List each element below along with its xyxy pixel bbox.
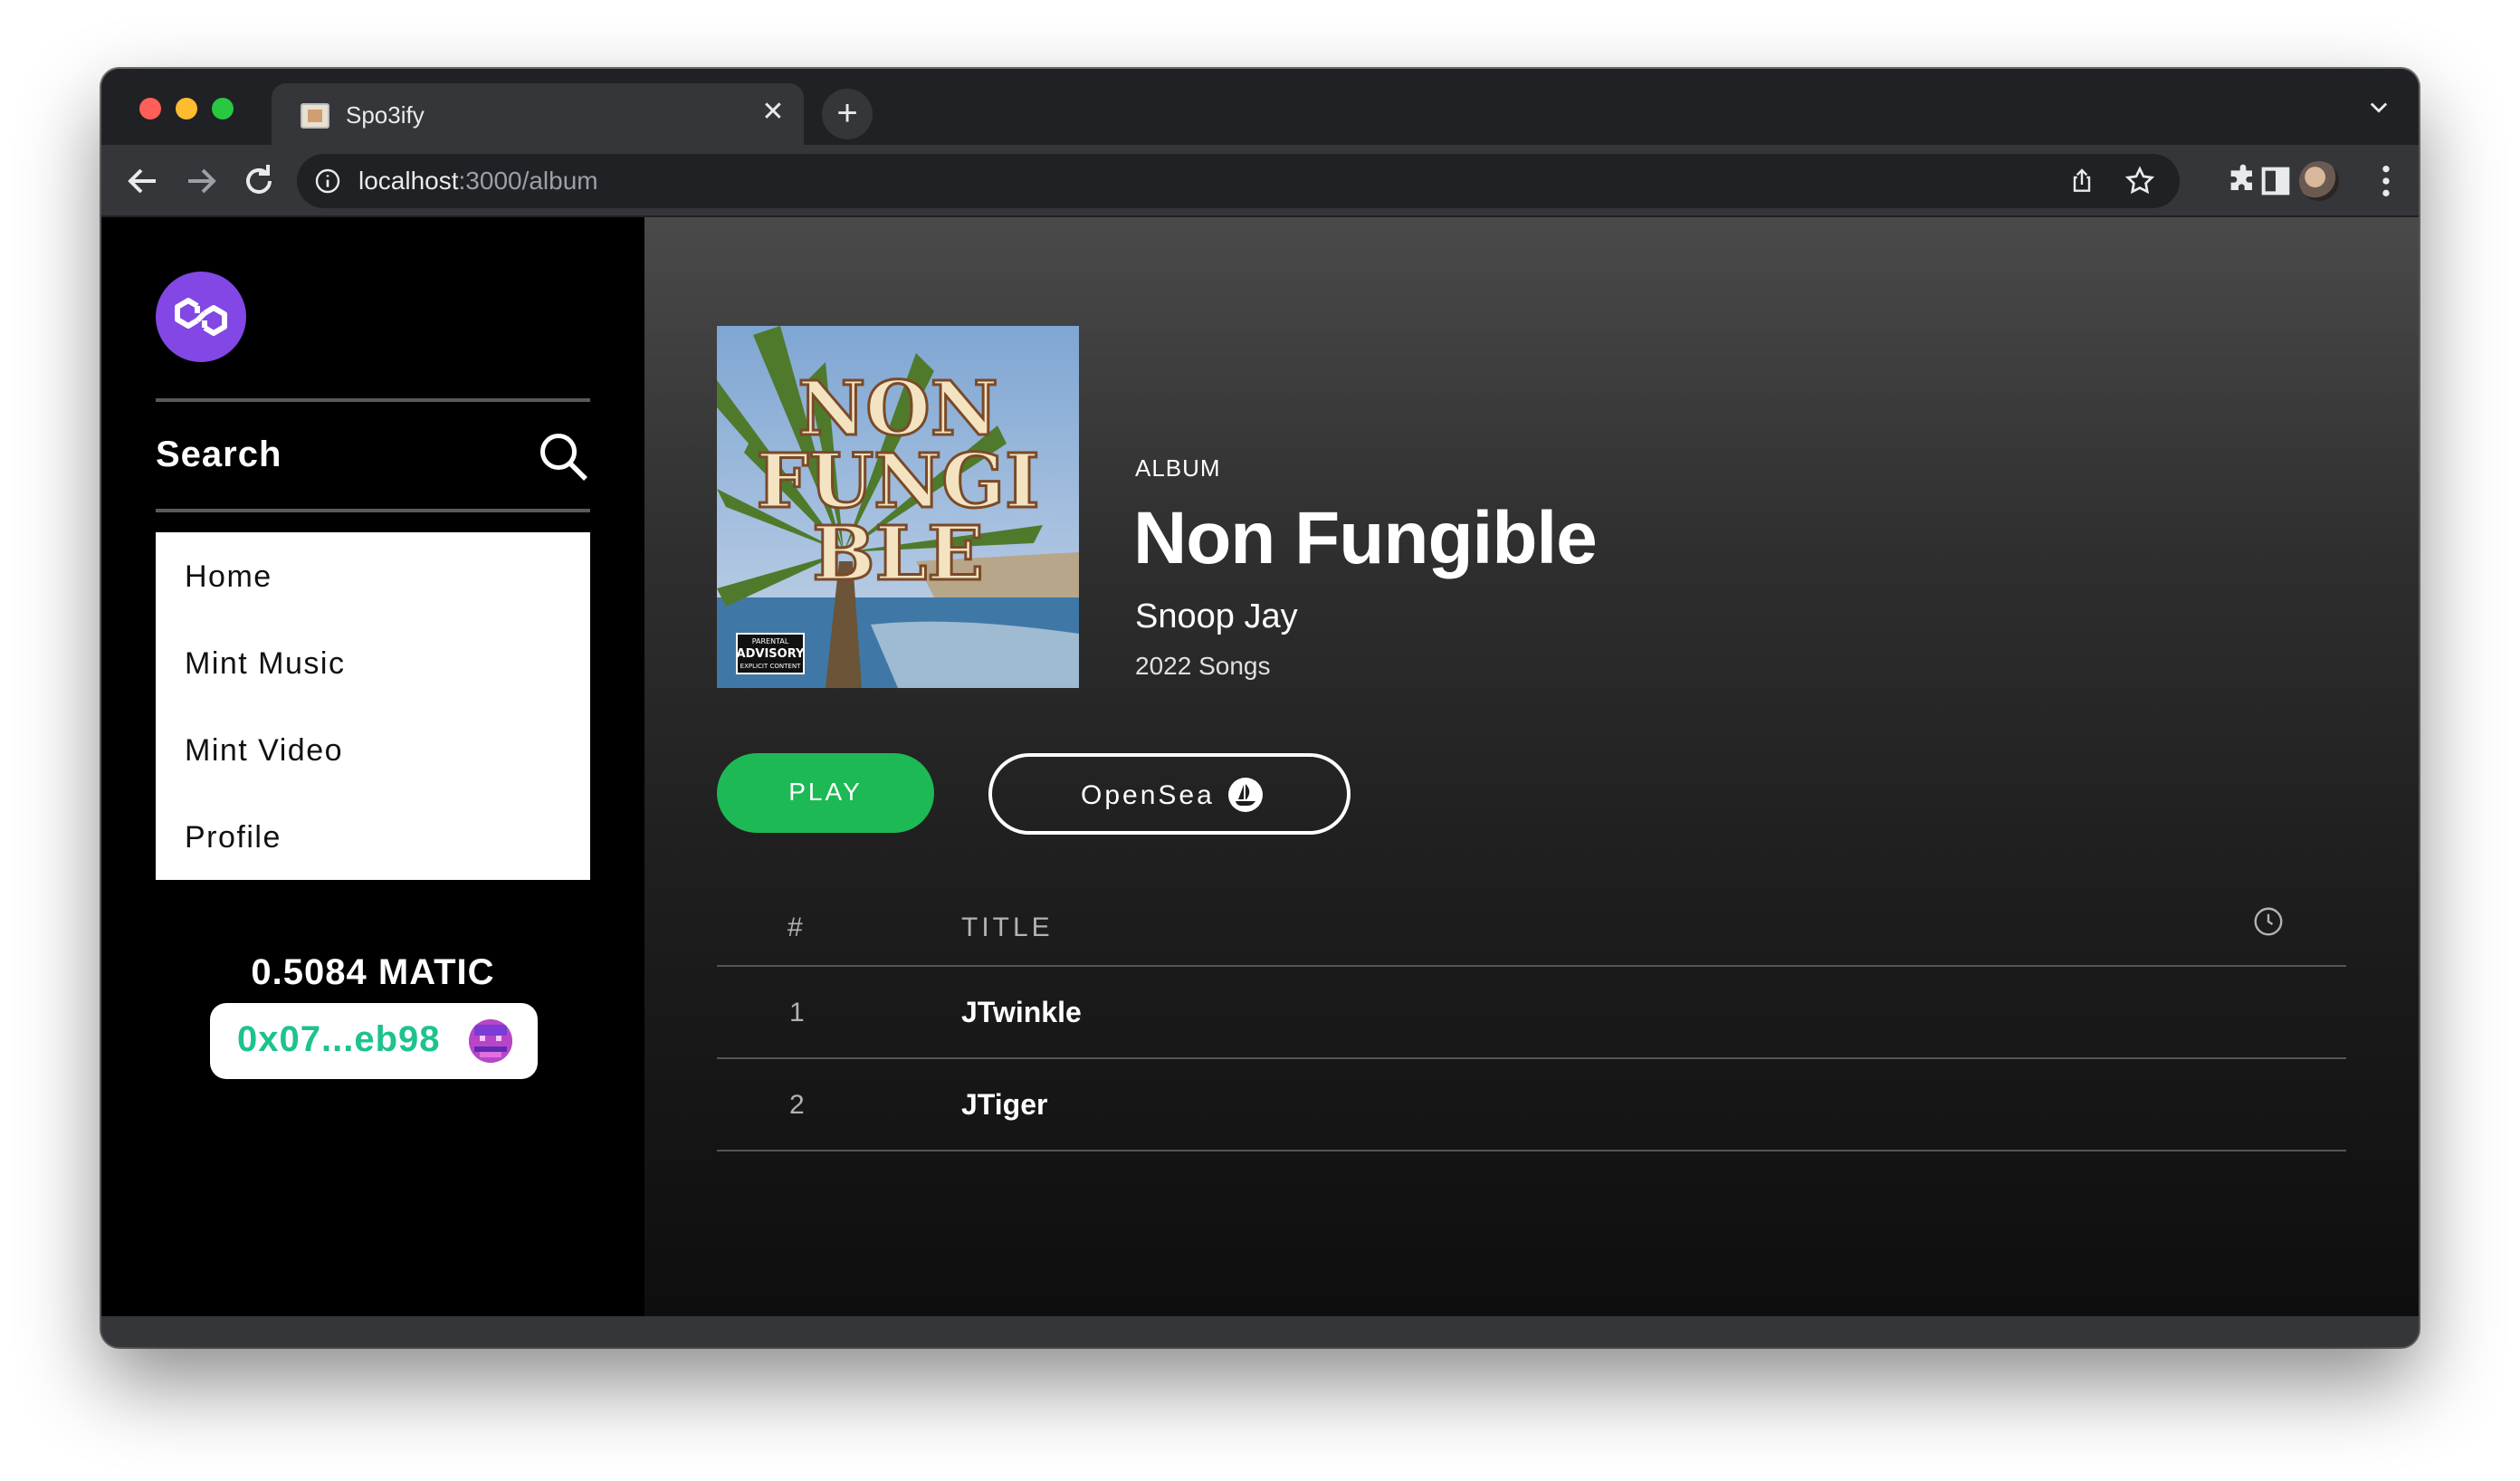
track-number: 2 — [789, 1090, 805, 1120]
share-icon[interactable] — [2067, 167, 2096, 196]
advisory-line-3: EXPLICIT CONTENT — [740, 663, 801, 670]
site-info-icon[interactable] — [313, 167, 342, 196]
url-text[interactable]: localhost:3000/album — [358, 167, 598, 196]
advisory-line-2: ADVISORY — [737, 647, 805, 661]
more-menu-icon[interactable] — [2381, 163, 2391, 199]
tab-search-chevron-icon[interactable] — [2366, 94, 2391, 126]
album-artist[interactable]: Snoop Jay — [1135, 597, 1298, 636]
polygon-logo-icon[interactable] — [156, 272, 246, 362]
tab-strip: Spo3ify ✕ + — [101, 69, 2419, 145]
album-view: NON FUNGI BLE PARENTAL ADVISORY EXPLICIT… — [644, 217, 2419, 1316]
table-row[interactable]: 2 JTiger — [717, 1059, 2346, 1151]
browser-toolbar: localhost:3000/album — [101, 145, 2419, 217]
album-title: Non Fungible — [1133, 497, 1598, 579]
wallet-address: 0x07...eb98 — [237, 1019, 441, 1059]
nav-item-home[interactable]: Home — [185, 559, 272, 595]
search-label: Search — [156, 435, 282, 474]
wallet-avatar-icon — [469, 1019, 512, 1063]
play-button[interactable]: PLAY — [717, 753, 934, 833]
table-row[interactable]: 1 JTwinkle — [717, 967, 2346, 1059]
profile-avatar[interactable] — [2299, 161, 2339, 201]
track-number: 1 — [789, 998, 805, 1027]
nav-item-mint-video[interactable]: Mint Video — [185, 733, 343, 769]
side-panel-icon[interactable] — [2258, 163, 2294, 199]
track-table-header: # TITLE — [717, 873, 2346, 967]
url-host: localhost — [358, 167, 459, 195]
wallet-button[interactable]: 0x07...eb98 — [210, 1003, 538, 1079]
parental-advisory-badge: PARENTAL ADVISORY EXPLICIT CONTENT — [736, 633, 805, 674]
album-subtitle: 2022 Songs — [1135, 652, 1271, 680]
wallet-balance: 0.5084 MATIC — [251, 952, 495, 992]
reload-icon[interactable] — [237, 159, 281, 203]
favicon-icon — [301, 103, 329, 129]
close-window-button[interactable] — [139, 98, 161, 119]
nav-item-mint-music[interactable]: Mint Music — [185, 646, 345, 682]
nav-item-profile[interactable]: Profile — [185, 820, 282, 855]
browser-window: Spo3ify ✕ + localhost:3000/album Search … — [101, 69, 2419, 1347]
address-bar[interactable]: localhost:3000/album — [297, 154, 2180, 208]
close-tab-icon[interactable]: ✕ — [757, 96, 789, 129]
forward-arrow-icon[interactable] — [179, 159, 223, 203]
bookmark-star-icon[interactable] — [2124, 165, 2156, 197]
search-icon[interactable] — [536, 429, 590, 483]
back-arrow-icon[interactable] — [121, 159, 165, 203]
clock-icon — [2254, 907, 2283, 936]
tab-title: Spo3ify — [346, 101, 425, 129]
track-title[interactable]: JTiger — [961, 1088, 1047, 1122]
window-bottom-bar — [101, 1316, 2419, 1347]
app-root: Search Home Mint Music Mint Video Profil… — [101, 217, 2419, 1316]
header-number: # — [788, 912, 805, 942]
advisory-line-1: PARENTAL — [752, 637, 789, 645]
album-type-label: ALBUM — [1135, 454, 1221, 482]
track-table: # TITLE 1 JTwinkle 2 JTiger — [717, 873, 2346, 1151]
search-bar[interactable]: Search — [156, 398, 590, 512]
opensea-logo-icon — [1228, 778, 1263, 812]
header-title: TITLE — [961, 912, 1054, 942]
nav-menu: Home Mint Music Mint Video Profile — [156, 532, 590, 880]
browser-tab[interactable]: Spo3ify ✕ — [272, 83, 804, 145]
album-cover[interactable]: NON FUNGI BLE PARENTAL ADVISORY EXPLICIT… — [717, 326, 1079, 688]
maximize-window-button[interactable] — [212, 98, 234, 119]
extensions-puzzle-icon[interactable] — [2225, 163, 2261, 199]
track-title[interactable]: JTwinkle — [961, 996, 1082, 1029]
sidebar: Search Home Mint Music Mint Video Profil… — [101, 217, 644, 1316]
opensea-button[interactable]: OpenSea — [988, 753, 1351, 835]
opensea-label: OpenSea — [1081, 780, 1215, 810]
new-tab-button[interactable]: + — [822, 89, 873, 139]
cover-text-line-3: BLE — [812, 511, 983, 597]
url-path: :3000/album — [458, 167, 598, 195]
minimize-window-button[interactable] — [176, 98, 197, 119]
